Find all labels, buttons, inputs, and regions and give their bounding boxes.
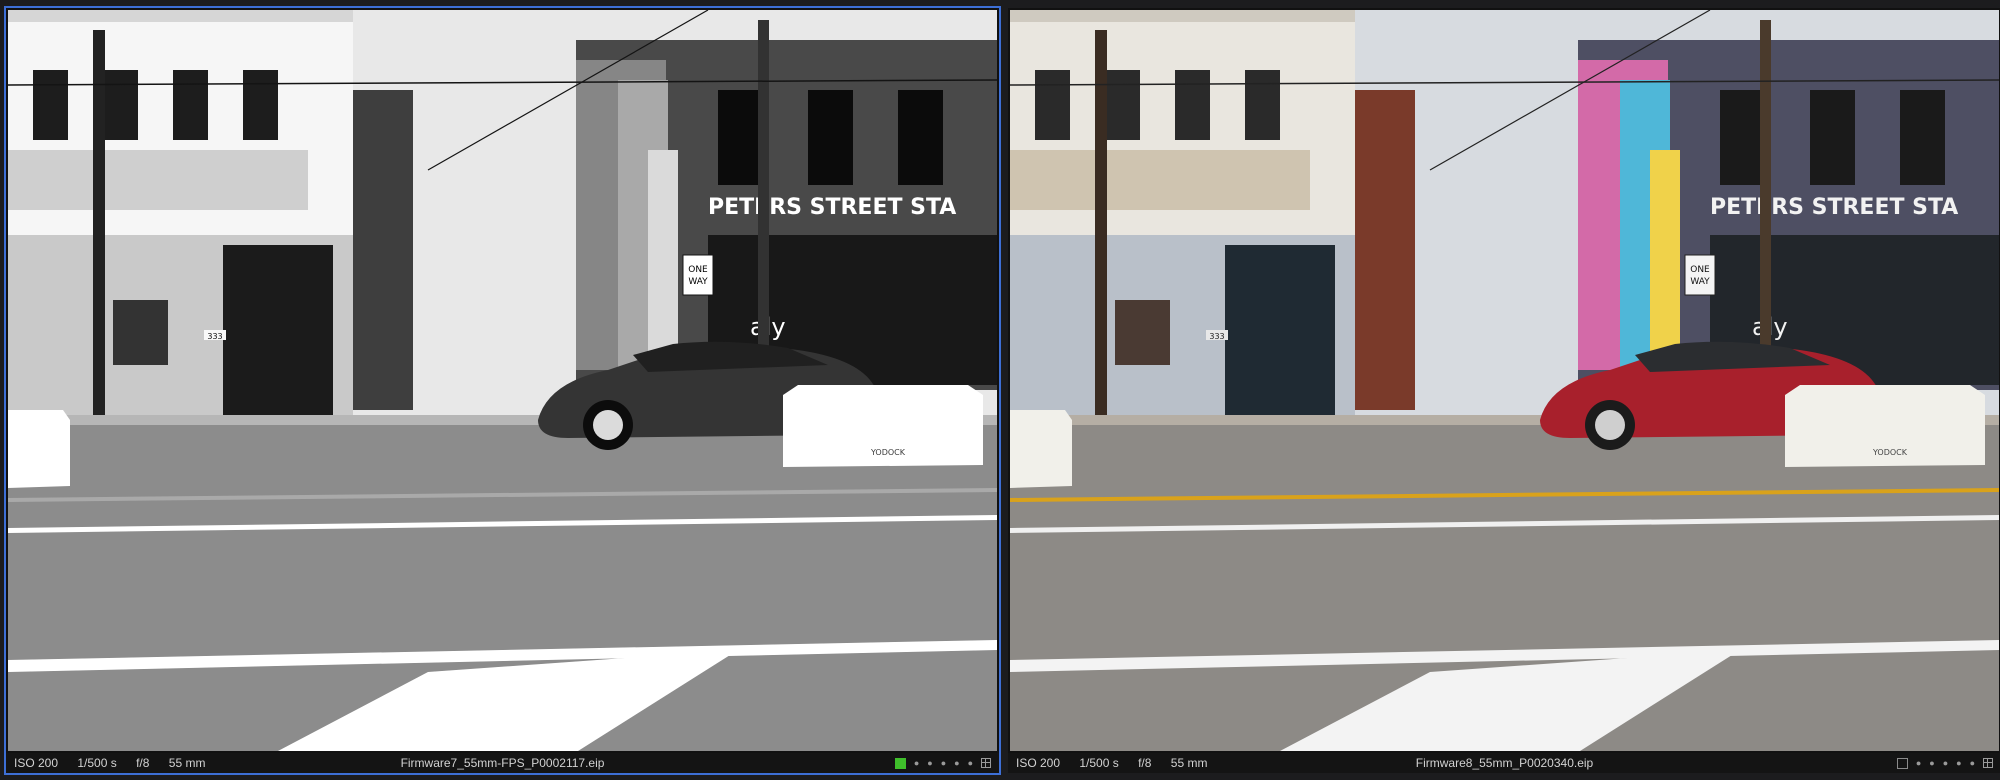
iso-value: ISO 200 [1016, 756, 1061, 770]
focal-length-value: 55 mm [168, 756, 206, 770]
color-label-none[interactable] [1896, 757, 1908, 769]
one-way-sign-line2: WAY [1690, 277, 1710, 287]
star-rating-5[interactable]: ● [1970, 758, 1975, 768]
address-number: 333 [207, 332, 222, 341]
address-number: 333 [1209, 332, 1224, 341]
star-rating-4[interactable]: ● [1956, 758, 1961, 768]
rating-controls[interactable]: ● ● ● ● ● [1896, 757, 1993, 769]
storefront-sign-text: PETERS STREET STA [1710, 195, 1958, 220]
star-rating-1[interactable]: ● [914, 758, 919, 768]
right-image-viewer[interactable]: PETERS STREET STA aly ONE WAY 333 YODOCK [1008, 8, 2000, 773]
photo-left[interactable]: PETERS STREET STA aly ONE WAY 333 YODOCK [8, 10, 997, 751]
photo-right[interactable]: PETERS STREET STA aly ONE WAY 333 YODOCK [1010, 10, 1999, 751]
left-image-viewer[interactable]: PETERS STREET STA aly ONE WAY 333 YODOCK [4, 6, 1001, 775]
star-rating-4[interactable]: ● [954, 758, 959, 768]
aperture-value: f/8 [136, 756, 150, 770]
one-way-sign-line1: ONE [688, 265, 708, 275]
color-label-green[interactable] [894, 757, 906, 769]
one-way-sign-line2: WAY [688, 277, 708, 287]
rating-controls[interactable]: ● ● ● ● ● [894, 757, 991, 769]
aperture-value: f/8 [1138, 756, 1152, 770]
shutter-value: 1/500 s [77, 756, 117, 770]
info-bar-right: ISO 200 1/500 s f/8 55 mm Firmware8_55mm… [1008, 753, 2000, 773]
star-rating-2[interactable]: ● [927, 758, 932, 768]
focal-length-value: 55 mm [1170, 756, 1208, 770]
grid-view-icon[interactable] [1983, 758, 1993, 768]
street-scene-image: PETERS STREET STA aly ONE WAY 333 YODOCK [8, 10, 997, 751]
barrier-logo: YODOCK [870, 448, 906, 457]
storefront-sign-text: PETERS STREET STA [708, 195, 956, 220]
one-way-sign-line1: ONE [1690, 265, 1710, 275]
iso-value: ISO 200 [14, 756, 59, 770]
star-rating-2[interactable]: ● [1929, 758, 1934, 768]
grid-view-icon[interactable] [981, 758, 991, 768]
barrier-logo: YODOCK [1872, 448, 1908, 457]
star-rating-3[interactable]: ● [1943, 758, 1948, 768]
star-rating-3[interactable]: ● [941, 758, 946, 768]
shutter-value: 1/500 s [1079, 756, 1119, 770]
star-rating-1[interactable]: ● [1916, 758, 1921, 768]
street-scene-image: PETERS STREET STA aly ONE WAY 333 YODOCK [1010, 10, 1999, 751]
star-rating-5[interactable]: ● [968, 758, 973, 768]
info-bar-left: ISO 200 1/500 s f/8 55 mm Firmware7_55mm… [6, 753, 999, 773]
